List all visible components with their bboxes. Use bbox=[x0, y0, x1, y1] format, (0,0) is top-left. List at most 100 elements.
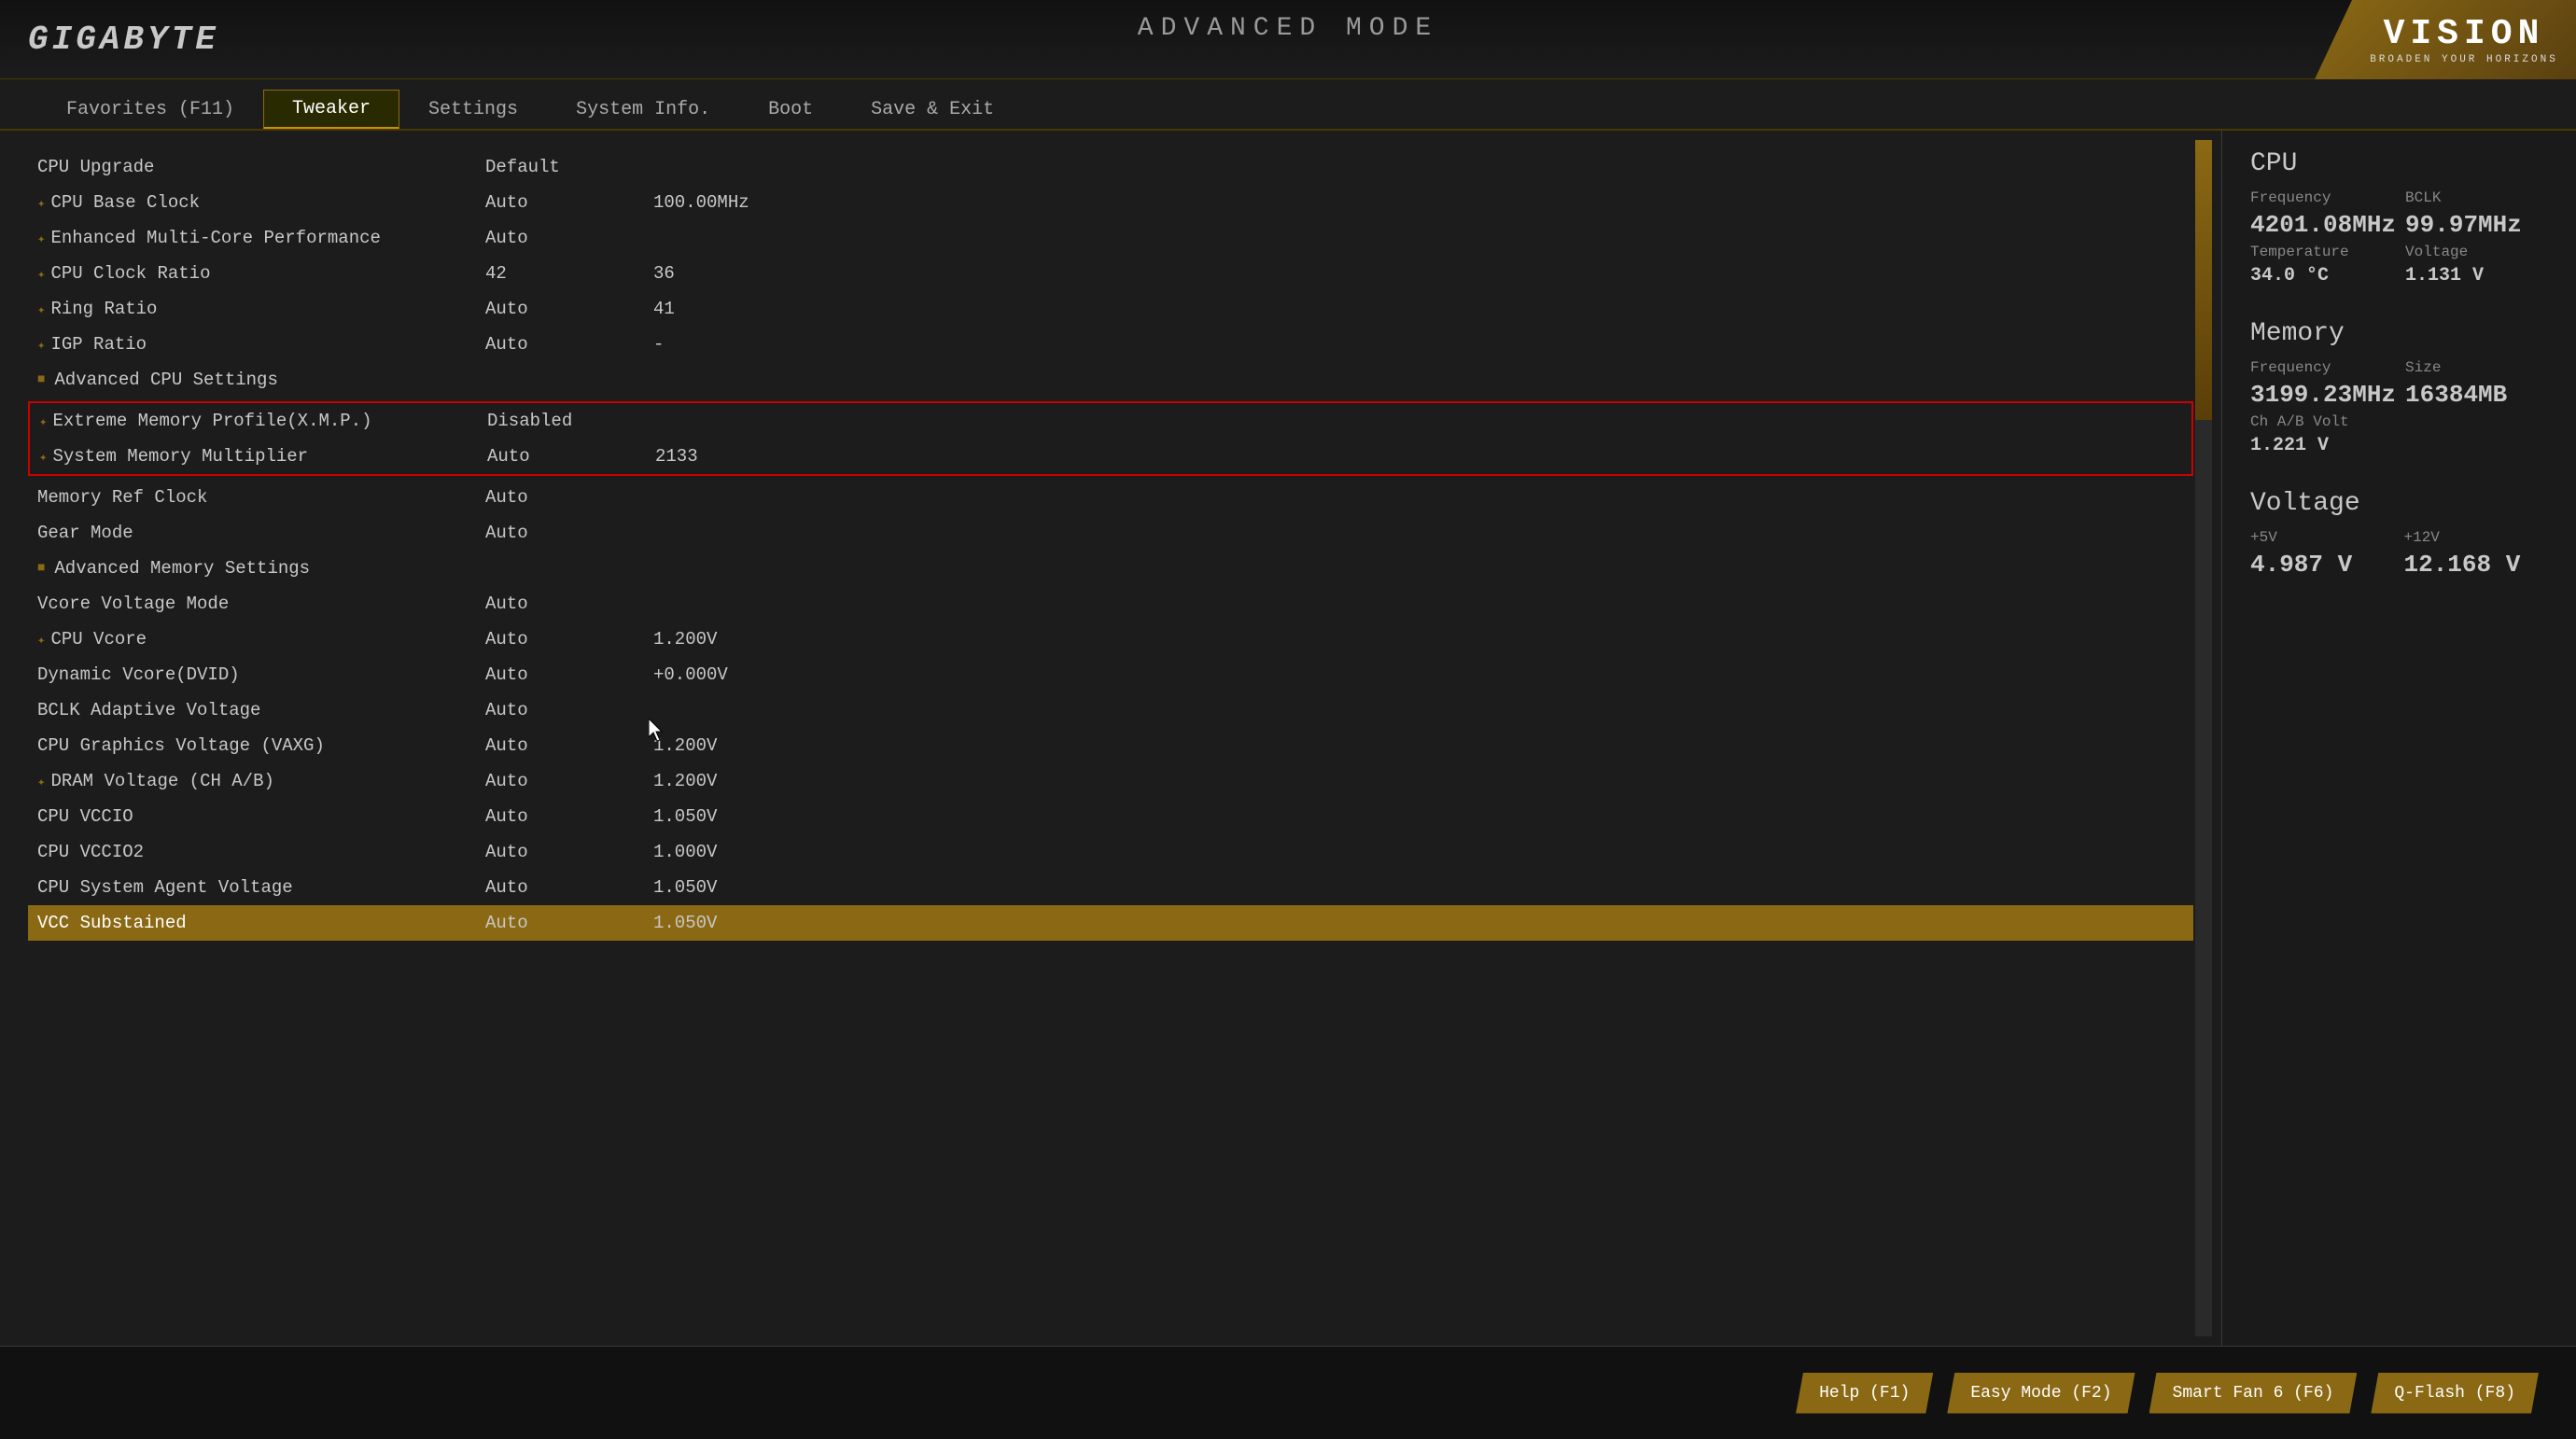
bullet-icon-1: ■ bbox=[37, 372, 45, 387]
tab-sysinfo[interactable]: System Info. bbox=[547, 91, 739, 129]
cpu-temp-value: 34.0 °C bbox=[2250, 265, 2396, 286]
tab-favorites[interactable]: Favorites (F11) bbox=[37, 91, 263, 129]
value-dynamic-vcore: Auto bbox=[485, 664, 597, 685]
row-enhanced-multicore[interactable]: ✦Enhanced Multi-Core Performance Auto bbox=[28, 220, 2193, 256]
label-dram-voltage: ✦DRAM Voltage (CH A/B) bbox=[37, 771, 485, 791]
label-mem-multiplier: ✦System Memory Multiplier bbox=[39, 446, 487, 467]
value2-cpu-vccio2: 1.000V bbox=[653, 842, 717, 862]
row-cpu-vcore[interactable]: ✦CPU Vcore Auto 1.200V bbox=[28, 622, 2193, 657]
gigabyte-logo: GIGABYTE bbox=[28, 21, 219, 59]
value-cpu-vccio: Auto bbox=[485, 806, 597, 827]
label-vcore-mode: Vcore Voltage Mode bbox=[37, 594, 485, 614]
v12-value: 12.168 V bbox=[2404, 551, 2549, 579]
value2-ring-ratio: 41 bbox=[653, 299, 675, 319]
value-cpu-base-clock: Auto bbox=[485, 192, 597, 213]
mem-freq-value: 3199.23MHz bbox=[2250, 381, 2396, 409]
xmp-box: ✦Extreme Memory Profile(X.M.P.) Disabled… bbox=[28, 401, 2193, 476]
value-cpu-graphics-voltage: Auto bbox=[485, 735, 597, 756]
row-ring-ratio[interactable]: ✦Ring Ratio Auto 41 bbox=[28, 291, 2193, 327]
label-gear-mode: Gear Mode bbox=[37, 523, 485, 543]
row-cpu-upgrade[interactable]: CPU Upgrade Default bbox=[28, 149, 2193, 185]
row-cpu-graphics-voltage[interactable]: CPU Graphics Voltage (VAXG) Auto 1.200V bbox=[28, 728, 2193, 763]
value-xmp: Disabled bbox=[487, 411, 599, 431]
cpu-voltage-value: 1.131 V bbox=[2405, 265, 2548, 286]
star-icon-6: ✦ bbox=[39, 415, 47, 430]
label-enhanced-multicore: ✦Enhanced Multi-Core Performance bbox=[37, 228, 485, 248]
section-advanced-cpu: ■ Advanced CPU Settings bbox=[28, 362, 2193, 398]
value-cpu-vccio2: Auto bbox=[485, 842, 597, 862]
memory-section-title: Memory bbox=[2250, 319, 2548, 348]
label-mem-ref-clock: Memory Ref Clock bbox=[37, 487, 485, 508]
value-cpu-clock-ratio: 42 bbox=[485, 263, 597, 284]
row-cpu-vccio[interactable]: CPU VCCIO Auto 1.050V bbox=[28, 799, 2193, 834]
memory-info-grid: Frequency Size 3199.23MHz 16384MB Ch A/B… bbox=[2250, 359, 2548, 456]
tab-settings[interactable]: Settings bbox=[399, 91, 547, 129]
mem-size-label: Size bbox=[2405, 359, 2548, 376]
top-bar: GIGABYTE ADVANCED MODE 02/18/2022 Friday… bbox=[0, 0, 2576, 79]
value-vcc-substained: Auto bbox=[485, 913, 597, 933]
row-cpu-system-agent[interactable]: CPU System Agent Voltage Auto 1.050V bbox=[28, 870, 2193, 905]
row-vcore-mode[interactable]: Vcore Voltage Mode Auto bbox=[28, 586, 2193, 622]
row-gear-mode[interactable]: Gear Mode Auto bbox=[28, 515, 2193, 551]
bullet-icon-2: ■ bbox=[37, 561, 45, 576]
nav-tabs: Favorites (F11) Tweaker Settings System … bbox=[0, 79, 2576, 131]
easy-mode-button[interactable]: Easy Mode (F2) bbox=[1947, 1373, 2135, 1414]
label-cpu-upgrade: CPU Upgrade bbox=[37, 157, 485, 177]
star-icon-9: ✦ bbox=[37, 775, 45, 790]
value-ring-ratio: Auto bbox=[485, 299, 597, 319]
scrollbar-track[interactable] bbox=[2195, 140, 2212, 1336]
mem-chavolt-label: Ch A/B Volt bbox=[2250, 413, 2548, 430]
value2-mem-multiplier: 2133 bbox=[655, 446, 698, 467]
v12-label: +12V bbox=[2404, 529, 2549, 546]
label-dynamic-vcore: Dynamic Vcore(DVID) bbox=[37, 664, 485, 685]
value2-cpu-base-clock: 100.00MHz bbox=[653, 192, 749, 213]
star-icon-4: ✦ bbox=[37, 303, 45, 318]
label-cpu-vcore: ✦CPU Vcore bbox=[37, 629, 485, 650]
tab-saveexit[interactable]: Save & Exit bbox=[842, 91, 1023, 129]
bottom-bar: Help (F1) Easy Mode (F2) Smart Fan 6 (F6… bbox=[0, 1346, 2576, 1439]
star-icon-1: ✦ bbox=[37, 197, 45, 212]
vision-subtitle: BROADEN YOUR HORIZONS bbox=[2370, 54, 2558, 65]
value-enhanced-multicore: Auto bbox=[485, 228, 597, 248]
label-cpu-base-clock: ✦CPU Base Clock bbox=[37, 192, 485, 213]
help-button[interactable]: Help (F1) bbox=[1796, 1373, 1933, 1414]
row-cpu-clock-ratio[interactable]: ✦CPU Clock Ratio 42 36 bbox=[28, 256, 2193, 291]
row-mem-multiplier[interactable]: ✦System Memory Multiplier Auto 2133 bbox=[30, 439, 2191, 474]
cpu-bclk-label: BCLK bbox=[2405, 189, 2548, 206]
label-bclk-adaptive: BCLK Adaptive Voltage bbox=[37, 700, 485, 720]
v5-value: 4.987 V bbox=[2250, 551, 2395, 579]
section-label-advanced-memory: Advanced Memory Settings bbox=[54, 558, 310, 579]
value-bclk-adaptive: Auto bbox=[485, 700, 597, 720]
label-cpu-system-agent: CPU System Agent Voltage bbox=[37, 877, 485, 898]
row-cpu-base-clock[interactable]: ✦CPU Base Clock Auto 100.00MHz bbox=[28, 185, 2193, 220]
label-cpu-graphics-voltage: CPU Graphics Voltage (VAXG) bbox=[37, 735, 485, 756]
cpu-freq-label: Frequency bbox=[2250, 189, 2396, 206]
cpu-info-section: CPU Frequency BCLK 4201.08MHz 99.97MHz T… bbox=[2250, 149, 2548, 286]
smart-fan-button[interactable]: Smart Fan 6 (F6) bbox=[2149, 1373, 2358, 1414]
label-cpu-clock-ratio: ✦CPU Clock Ratio bbox=[37, 263, 485, 284]
row-dynamic-vcore[interactable]: Dynamic Vcore(DVID) Auto +0.000V bbox=[28, 657, 2193, 692]
mem-chavolt-value: 1.221 V bbox=[2250, 435, 2548, 456]
row-vcc-substained[interactable]: VCC Substained Auto 1.050V bbox=[28, 905, 2193, 941]
row-mem-ref-clock[interactable]: Memory Ref Clock Auto bbox=[28, 480, 2193, 515]
star-icon-3: ✦ bbox=[37, 268, 45, 283]
row-xmp[interactable]: ✦Extreme Memory Profile(X.M.P.) Disabled bbox=[30, 403, 2191, 439]
cpu-freq-value: 4201.08MHz bbox=[2250, 211, 2396, 239]
value2-cpu-clock-ratio: 36 bbox=[653, 263, 675, 284]
tab-boot[interactable]: Boot bbox=[739, 91, 842, 129]
star-icon-7: ✦ bbox=[39, 451, 47, 466]
cpu-section-title: CPU bbox=[2250, 149, 2548, 178]
qflash-button[interactable]: Q-Flash (F8) bbox=[2371, 1373, 2539, 1414]
row-cpu-vccio2[interactable]: CPU VCCIO2 Auto 1.000V bbox=[28, 834, 2193, 870]
scrollbar-thumb[interactable] bbox=[2195, 140, 2212, 420]
cpu-temp-label: Temperature bbox=[2250, 244, 2396, 260]
value2-igp-ratio: - bbox=[653, 334, 664, 355]
row-igp-ratio[interactable]: ✦IGP Ratio Auto - bbox=[28, 327, 2193, 362]
value-cpu-upgrade: Default bbox=[485, 157, 597, 177]
tab-tweaker[interactable]: Tweaker bbox=[263, 90, 399, 129]
row-bclk-adaptive[interactable]: BCLK Adaptive Voltage Auto bbox=[28, 692, 2193, 728]
row-dram-voltage[interactable]: ✦DRAM Voltage (CH A/B) Auto 1.200V bbox=[28, 763, 2193, 799]
value-cpu-system-agent: Auto bbox=[485, 877, 597, 898]
label-vcc-substained: VCC Substained bbox=[37, 913, 485, 933]
value2-vcc-substained: 1.050V bbox=[653, 913, 717, 933]
